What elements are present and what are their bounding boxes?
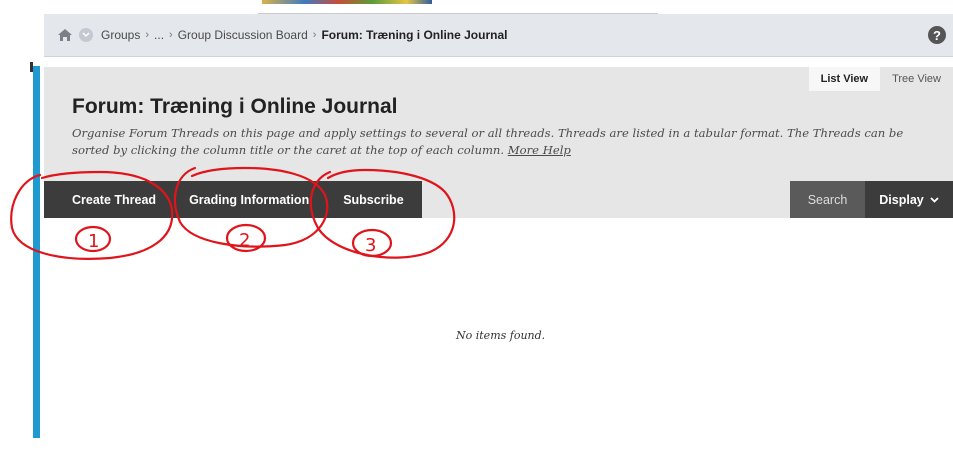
page-description-text: Organise Forum Threads on this page and … <box>72 126 904 157</box>
breadcrumb-separator: › <box>169 29 173 41</box>
display-menu-button[interactable]: Display <box>865 181 953 218</box>
breadcrumb-current: Forum: Træning i Online Journal <box>321 28 508 42</box>
create-thread-button[interactable]: Create Thread <box>44 181 170 218</box>
page-description: Organise Forum Threads on this page and … <box>72 125 942 159</box>
view-tabs: List View Tree View <box>808 67 953 91</box>
help-icon[interactable]: ? <box>928 26 946 44</box>
breadcrumb-item-ellipsis[interactable]: ... <box>154 28 164 42</box>
top-strip <box>0 0 953 14</box>
action-buttons: Create Thread Grading Information Subscr… <box>44 181 422 218</box>
breadcrumb-item-groups[interactable]: Groups <box>101 28 140 42</box>
breadcrumb: Groups › ... › Group Discussion Board › … <box>44 14 953 57</box>
course-menu-accent-bar[interactable] <box>33 66 40 438</box>
empty-state-message: No items found. <box>456 329 546 342</box>
chevron-down-icon[interactable] <box>79 28 93 42</box>
action-bar: Create Thread Grading Information Subscr… <box>44 181 953 218</box>
display-label: Display <box>879 192 924 207</box>
thread-list-area: No items found. <box>44 218 953 451</box>
search-button[interactable]: Search <box>790 181 865 218</box>
tab-tree-view[interactable]: Tree View <box>880 67 953 91</box>
home-icon[interactable] <box>55 26 75 44</box>
page-title: Forum: Træning i Online Journal <box>72 95 398 118</box>
chevron-down-icon <box>930 196 939 203</box>
breadcrumb-separator: › <box>145 29 150 41</box>
breadcrumb-item-discussion-board[interactable]: Group Discussion Board <box>178 28 308 42</box>
tab-list-view[interactable]: List View <box>808 67 881 91</box>
breadcrumb-separator: › <box>312 29 317 41</box>
page-header: List View Tree View Forum: Træning i Onl… <box>44 67 953 181</box>
grading-information-button[interactable]: Grading Information <box>170 181 327 218</box>
toolbar-right: Search Display <box>790 181 953 218</box>
more-help-link[interactable]: More Help <box>508 143 571 157</box>
subscribe-button[interactable]: Subscribe <box>327 181 421 218</box>
banner-image <box>262 0 432 4</box>
